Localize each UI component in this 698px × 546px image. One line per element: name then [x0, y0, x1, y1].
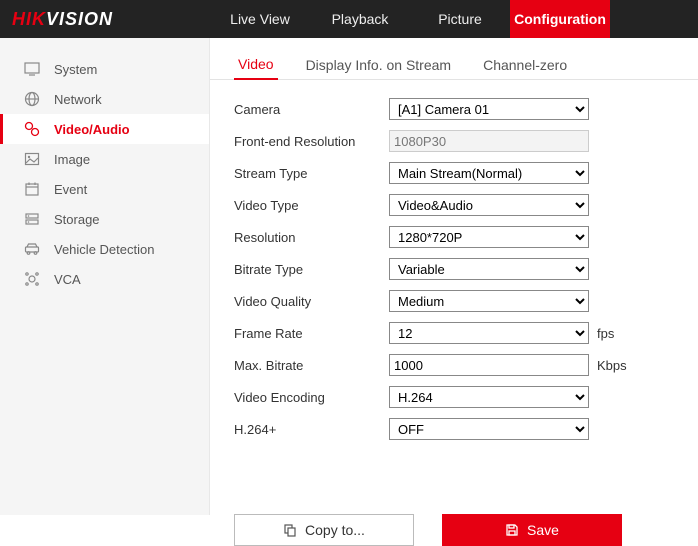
sidebar-item-label: Storage	[54, 212, 100, 227]
image-icon	[24, 151, 40, 167]
select-h264-plus[interactable]: OFF	[389, 418, 589, 440]
sidebar-item-image[interactable]: Image	[0, 144, 209, 174]
subtab-channel-zero[interactable]: Channel-zero	[479, 51, 571, 79]
label-video-quality: Video Quality	[234, 294, 389, 309]
nav-picture[interactable]: Picture	[410, 0, 510, 38]
sidebar-item-vehicle[interactable]: Vehicle Detection	[0, 234, 209, 264]
select-camera[interactable]: [A1] Camera 01	[389, 98, 589, 120]
sidebar-item-network[interactable]: Network	[0, 84, 209, 114]
sidebar-item-label: System	[54, 62, 97, 77]
label-stream-type: Stream Type	[234, 166, 389, 181]
sidebar: System Network Video/Audio Image Event S…	[0, 38, 210, 515]
sidebar-item-event[interactable]: Event	[0, 174, 209, 204]
storage-icon	[24, 211, 40, 227]
brand-vision: VISION	[46, 9, 113, 30]
sidebar-item-vca[interactable]: VCA	[0, 264, 209, 294]
input-front-end-resolution	[389, 130, 589, 152]
save-button[interactable]: Save	[442, 514, 622, 546]
vehicle-icon	[24, 241, 40, 257]
sidebar-item-label: Network	[54, 92, 102, 107]
video-form: Camera [A1] Camera 01 Front-end Resoluti…	[210, 80, 698, 468]
unit-kbps: Kbps	[597, 358, 627, 373]
vca-icon	[24, 271, 40, 287]
system-icon	[24, 61, 40, 77]
label-camera: Camera	[234, 102, 389, 117]
button-row: Copy to... Save	[210, 514, 698, 546]
label-h264-plus: H.264+	[234, 422, 389, 437]
brand-logo: HIK VISION	[0, 9, 210, 30]
label-video-encoding: Video Encoding	[234, 390, 389, 405]
save-icon	[505, 523, 519, 537]
select-resolution[interactable]: 1280*720P	[389, 226, 589, 248]
label-video-type: Video Type	[234, 198, 389, 213]
video-audio-icon	[24, 121, 40, 137]
sidebar-item-label: Event	[54, 182, 87, 197]
select-video-encoding[interactable]: H.264	[389, 386, 589, 408]
network-icon	[24, 91, 40, 107]
label-front-end-resolution: Front-end Resolution	[234, 134, 389, 149]
sidebar-item-label: VCA	[54, 272, 81, 287]
brand-hik: HIK	[12, 9, 46, 30]
select-video-quality[interactable]: Medium	[389, 290, 589, 312]
copy-to-label: Copy to...	[305, 522, 365, 538]
sidebar-item-label: Vehicle Detection	[54, 242, 154, 257]
label-bitrate-type: Bitrate Type	[234, 262, 389, 277]
select-video-type[interactable]: Video&Audio	[389, 194, 589, 216]
nav-configuration[interactable]: Configuration	[510, 0, 610, 38]
nav-live-view[interactable]: Live View	[210, 0, 310, 38]
label-frame-rate: Frame Rate	[234, 326, 389, 341]
header-bar: HIK VISION Live View Playback Picture Co…	[0, 0, 698, 38]
sidebar-item-label: Video/Audio	[54, 122, 130, 137]
label-resolution: Resolution	[234, 230, 389, 245]
event-icon	[24, 181, 40, 197]
save-label: Save	[527, 522, 559, 538]
main-panel: Video Display Info. on Stream Channel-ze…	[210, 38, 698, 515]
sidebar-item-video-audio[interactable]: Video/Audio	[0, 114, 209, 144]
sidebar-item-storage[interactable]: Storage	[0, 204, 209, 234]
unit-fps: fps	[597, 326, 614, 341]
copy-to-button[interactable]: Copy to...	[234, 514, 414, 546]
nav-playback[interactable]: Playback	[310, 0, 410, 38]
subtab-display-info[interactable]: Display Info. on Stream	[302, 51, 456, 79]
subtabs: Video Display Info. on Stream Channel-ze…	[210, 38, 698, 80]
select-stream-type[interactable]: Main Stream(Normal)	[389, 162, 589, 184]
subtab-video[interactable]: Video	[234, 50, 278, 80]
top-nav: Live View Playback Picture Configuration	[210, 0, 610, 38]
select-bitrate-type[interactable]: Variable	[389, 258, 589, 280]
sidebar-item-system[interactable]: System	[0, 54, 209, 84]
copy-icon	[283, 523, 297, 537]
sidebar-item-label: Image	[54, 152, 90, 167]
label-max-bitrate: Max. Bitrate	[234, 358, 389, 373]
input-max-bitrate[interactable]	[389, 354, 589, 376]
select-frame-rate[interactable]: 12	[389, 322, 589, 344]
